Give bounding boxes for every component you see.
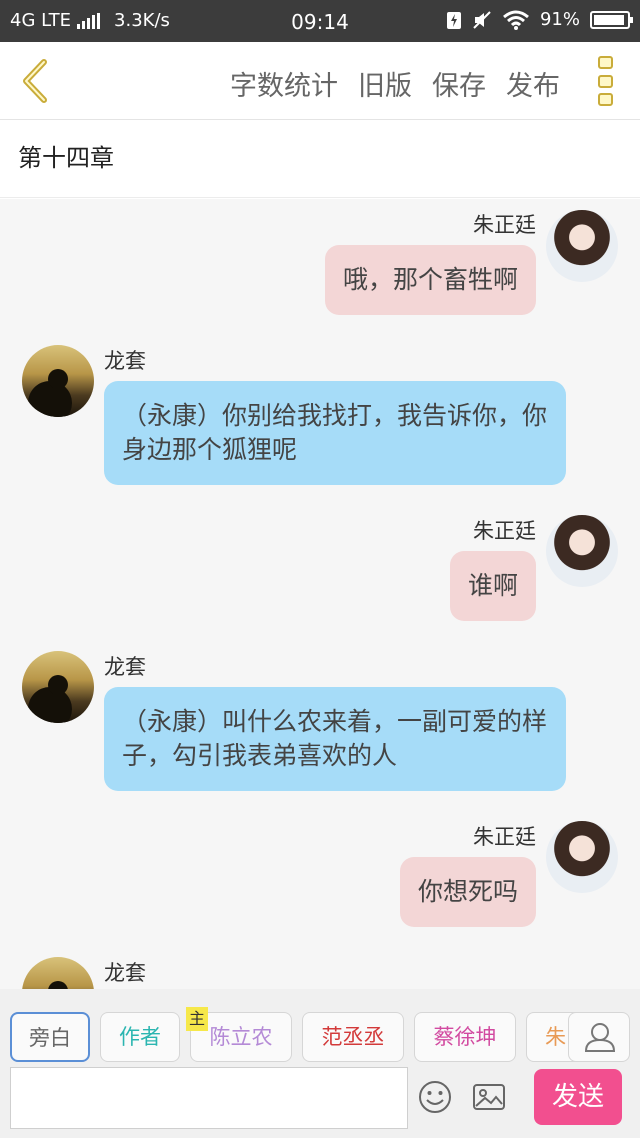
composer: 发送 <box>0 1065 640 1138</box>
avatar[interactable] <box>22 651 94 723</box>
speaker-name: 朱正廷 <box>473 213 536 237</box>
battery-charging-icon <box>446 11 461 29</box>
role-selector: 旁白 作者 陈立农 范丞丞 蔡徐坤 朱 主 <box>0 989 640 1065</box>
chevron-left-icon <box>23 59 47 103</box>
battery-icon <box>590 10 633 29</box>
message-input[interactable] <box>10 1067 408 1129</box>
mute-icon <box>473 10 491 29</box>
role-cai-xukun[interactable]: 蔡徐坤 <box>414 1012 516 1062</box>
chapter-title-bar[interactable]: 第十四章 <box>0 120 640 198</box>
speaker-name: 龙套 <box>104 349 146 373</box>
avatar[interactable] <box>546 515 618 587</box>
image-icon <box>473 1084 505 1110</box>
status-right: 91% <box>446 9 633 30</box>
send-button[interactable]: 发送 <box>534 1069 622 1125</box>
message-bubble[interactable]: 谁啊 <box>449 551 536 621</box>
message-bubble[interactable]: （永康）叫什么农来着，一副可爱的样子，勾引我表弟喜欢的人 <box>104 687 566 791</box>
avatar[interactable] <box>546 821 618 893</box>
header-actions: 字数统计 旧版 保存 发布 <box>230 64 560 103</box>
more-menu-icon[interactable] <box>598 56 614 106</box>
chapter-title: 第十四章 <box>18 144 114 172</box>
speaker-name: 龙套 <box>104 655 146 679</box>
emoji-button[interactable] <box>418 1080 452 1114</box>
speaker-name: 朱正廷 <box>473 519 536 543</box>
back-button[interactable] <box>16 58 56 104</box>
image-button[interactable] <box>472 1082 506 1112</box>
battery-percent: 91% <box>539 9 580 30</box>
chat-area[interactable]: 朱正廷 哦，那个畜牲啊 龙套 （永康）你别给我找打，我告诉你，你身边那个狐狸呢 … <box>0 199 640 989</box>
editor-header: 字数统计 旧版 保存 发布 <box>0 42 640 120</box>
main-role-badge: 主 <box>186 1007 208 1031</box>
message-bubble[interactable]: 你想死吗 <box>399 857 536 927</box>
old-version-button[interactable]: 旧版 <box>358 64 412 103</box>
speaker-name: 朱正廷 <box>473 825 536 849</box>
message-bubble[interactable]: （永康）你别给我找打，我告诉你，你身边那个狐狸呢 <box>104 381 566 485</box>
role-narrator[interactable]: 旁白 <box>10 1012 90 1062</box>
character-manage-button[interactable] <box>568 1012 630 1062</box>
save-button[interactable]: 保存 <box>432 64 486 103</box>
role-author[interactable]: 作者 <box>100 1012 180 1062</box>
word-count-button[interactable]: 字数统计 <box>230 64 338 103</box>
avatar[interactable] <box>22 957 94 989</box>
publish-button[interactable]: 发布 <box>506 64 560 103</box>
avatar[interactable] <box>22 345 94 417</box>
user-icon <box>584 1023 616 1052</box>
message-bubble[interactable]: 哦，那个畜牲啊 <box>324 245 536 315</box>
status-bar: 4G LTE 3.3K/s 09:14 91% <box>0 0 640 42</box>
smiley-icon <box>419 1081 451 1113</box>
speaker-name: 龙套 <box>104 961 146 985</box>
role-fan-chengcheng[interactable]: 范丞丞 <box>302 1012 404 1062</box>
avatar[interactable] <box>546 210 618 282</box>
wifi-icon <box>503 10 529 30</box>
